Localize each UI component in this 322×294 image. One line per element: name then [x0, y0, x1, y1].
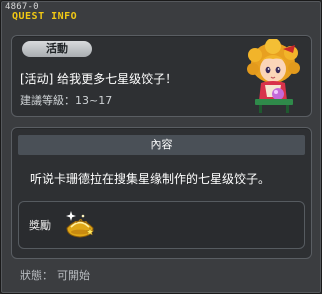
quest-info-window: 4867-0 QUEST INFO 活動 [活动] 给我更多七星级饺子！ 建議等…: [0, 0, 322, 294]
recommended-level: 建議等級：13~17: [20, 92, 112, 108]
content-heading: 內容: [18, 135, 305, 155]
golden-dumpling-icon[interactable]: [63, 208, 97, 242]
quest-content-panel: 內容 听说卡珊德拉在搜集星缘制作的七星级饺子。 獎勵: [11, 127, 312, 259]
title-bar[interactable]: 4867-0 QUEST INFO: [1, 1, 321, 23]
reward-label: 獎勵: [29, 219, 51, 232]
status-label: 狀態：: [20, 269, 53, 282]
npc-portrait-icon: [247, 39, 300, 113]
quest-category-tag: 活動: [22, 41, 92, 57]
status-value: 可開始: [57, 269, 90, 282]
quest-description: 听说卡珊德拉在搜集星缘制作的七星级饺子。: [30, 172, 271, 186]
reward-box: 獎勵: [18, 201, 305, 249]
window-title: QUEST INFO: [12, 11, 78, 22]
quest-name: [活动] 给我更多七星级饺子！: [20, 72, 178, 86]
level-range: 13~17: [75, 94, 113, 107]
level-label: 建議等級：: [20, 94, 75, 107]
quest-header-panel: 活動 [活动] 给我更多七星级饺子！ 建議等級：13~17: [11, 35, 312, 117]
